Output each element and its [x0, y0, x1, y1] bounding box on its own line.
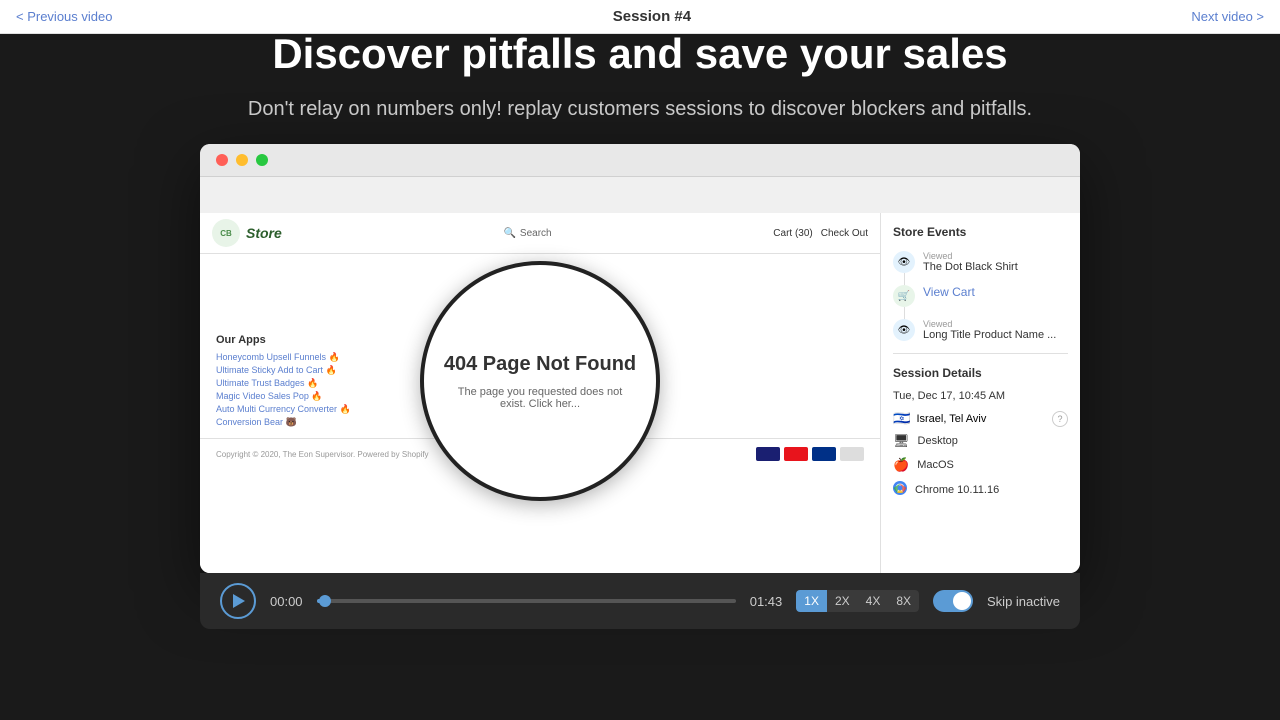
apple-icon: 🍎	[893, 457, 909, 473]
payment-icon	[812, 447, 836, 461]
speed-4x[interactable]: 4X	[858, 590, 889, 612]
details-section-title: Session Details	[893, 366, 1068, 380]
session-os: 🍎 MacOS	[893, 457, 1068, 473]
os-text: MacOS	[917, 459, 954, 471]
magnifier-error-title: 404 Page Not Found	[444, 353, 636, 376]
browser-window: < Previous video Session #4 Next video >…	[200, 144, 1080, 629]
speed-1x[interactable]: 1X	[796, 590, 827, 612]
event-label-2: Viewed	[923, 319, 1056, 329]
event-item-viewed-1: 👁 Viewed The Dot Black Shirt	[893, 251, 1068, 273]
minimize-dot[interactable]	[236, 154, 248, 166]
panel-divider	[893, 353, 1068, 354]
eye-icon-1: 👁	[893, 251, 915, 273]
session-browser: Chrome 10.11.16	[893, 481, 1068, 498]
event-label-1: Viewed	[923, 251, 1018, 261]
cart-icon: 🛒	[893, 285, 915, 307]
video-area: CB Store 🔍 Search Cart (30) Check Out	[200, 213, 880, 573]
progress-bar[interactable]	[317, 599, 736, 603]
store-search: 🔍 Search	[503, 228, 551, 239]
skip-inactive-toggle[interactable]	[933, 590, 973, 612]
session-device: 🖥 Desktop	[893, 433, 1068, 449]
payment-icons	[756, 447, 864, 461]
session-date: Tue, Dec 17, 10:45 AM	[893, 390, 1068, 402]
checkout-label[interactable]: Check Out	[821, 228, 868, 239]
cart-label[interactable]: Cart (30)	[773, 228, 812, 239]
eye-icon-2: 👁	[893, 319, 915, 341]
session-country: 🇮🇱 Israel, Tel Aviv ?	[893, 410, 1068, 427]
play-button[interactable]	[220, 583, 256, 619]
right-panel: Store Events 👁 Viewed The Dot Black Shir…	[880, 213, 1080, 573]
desktop-icon: 🖥	[893, 433, 910, 449]
payment-icon	[756, 447, 780, 461]
logo-circle: CB	[212, 219, 240, 247]
search-icon: 🔍	[503, 228, 515, 239]
browser-chrome-bar: < Previous video Session #4 Next video >…	[200, 144, 1080, 573]
time-end: 01:43	[750, 594, 783, 609]
content-area: CB Store 🔍 Search Cart (30) Check Out	[200, 213, 1080, 573]
store-logo: CB Store	[212, 219, 282, 247]
event-value-2: Long Title Product Name ...	[923, 329, 1056, 341]
magnifier-overlay: 404 Page Not Found The page you requeste…	[420, 261, 660, 501]
player-controls: 00:00 01:43 1X 2X 4X 8X Skip inactive	[200, 573, 1080, 629]
close-dot[interactable]	[216, 154, 228, 166]
speed-2x[interactable]: 2X	[827, 590, 858, 612]
search-text: Search	[520, 228, 552, 239]
store-header: CB Store 🔍 Search Cart (30) Check Out	[200, 213, 880, 254]
toggle-knob	[953, 592, 971, 610]
play-icon	[233, 594, 245, 608]
event-item-viewed-2: 👁 Viewed Long Title Product Name ...	[893, 319, 1068, 341]
view-cart-button[interactable]: View Cart	[923, 285, 975, 299]
footer-text: Copyright © 2020, The Eon Supervisor. Po…	[216, 450, 429, 459]
store-mockup: CB Store 🔍 Search Cart (30) Check Out	[200, 213, 880, 573]
store-cart-area: Cart (30) Check Out	[773, 228, 868, 239]
browser-chrome	[200, 144, 1080, 177]
fullscreen-dot[interactable]	[256, 154, 268, 166]
logo-text: Store	[246, 225, 282, 241]
help-icon[interactable]: ?	[1052, 411, 1068, 427]
browser-text: Chrome 10.11.16	[915, 484, 999, 496]
event-value-1: The Dot Black Shirt	[923, 261, 1018, 273]
payment-icon	[784, 447, 808, 461]
magnifier-error-desc: The page you requested does not exist. C…	[424, 386, 656, 410]
progress-dot	[319, 595, 331, 607]
skip-inactive-label: Skip inactive	[987, 594, 1060, 609]
page-title: Discover pitfalls and save your sales	[248, 30, 1032, 78]
speed-8x[interactable]: 8X	[888, 590, 919, 612]
speed-buttons: 1X 2X 4X 8X	[796, 590, 919, 612]
events-section-title: Store Events	[893, 225, 1068, 239]
payment-icon	[840, 447, 864, 461]
device-text: Desktop	[918, 435, 958, 447]
country-flag: 🇮🇱	[893, 410, 910, 427]
country-text: Israel, Tel Aviv	[916, 413, 986, 425]
time-start: 00:00	[270, 594, 303, 609]
page-subtitle: Don't relay on numbers only! replay cust…	[248, 94, 1032, 124]
chrome-icon	[893, 481, 907, 498]
event-item-cart: 🛒 View Cart	[893, 285, 1068, 307]
